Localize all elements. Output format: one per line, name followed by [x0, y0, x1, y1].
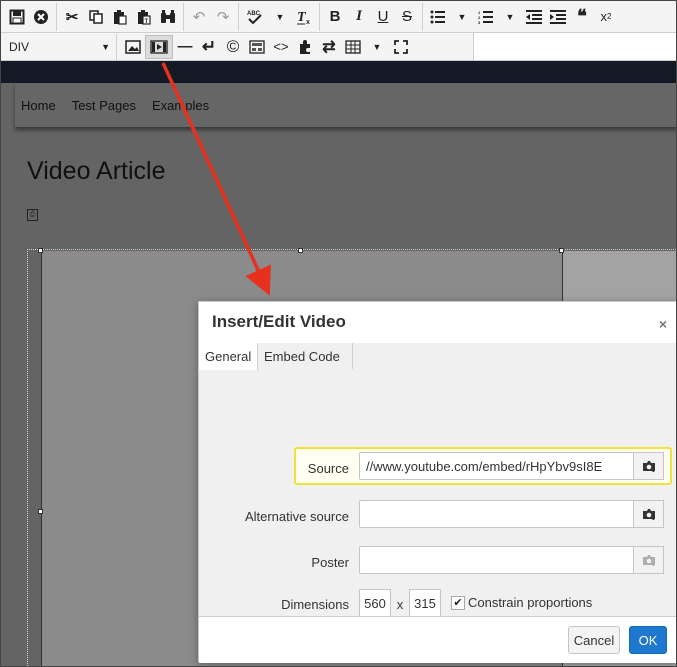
- undo-icon[interactable]: ↶: [187, 5, 211, 29]
- poster-label: Poster: [311, 555, 349, 570]
- cut-icon[interactable]: ✂: [60, 5, 84, 29]
- browse-icon: [642, 555, 655, 566]
- resize-handle[interactable]: [298, 248, 303, 253]
- numbered-list-dropdown-icon[interactable]: ▼: [498, 5, 522, 29]
- pdf-icon[interactable]: ⎙: [27, 209, 38, 221]
- bullet-list-icon[interactable]: [426, 5, 450, 29]
- resize-handle[interactable]: [559, 248, 564, 253]
- toolbar-separator: [183, 2, 184, 31]
- tabs-background: [353, 343, 676, 369]
- dimensions-separator: x: [396, 597, 404, 612]
- image-icon[interactable]: [121, 35, 145, 59]
- svg-text:x: x: [306, 19, 310, 25]
- source-label: Source: [307, 461, 349, 476]
- indent-icon[interactable]: [546, 5, 570, 29]
- outdent-icon[interactable]: [522, 5, 546, 29]
- find-icon[interactable]: [156, 5, 180, 29]
- chevron-down-icon: ▼: [101, 41, 110, 52]
- paste-text-icon[interactable]: T: [132, 5, 156, 29]
- tab-embed-code[interactable]: Embed Code: [258, 343, 353, 369]
- toolbar-filler: [474, 33, 676, 61]
- poster-browse-button[interactable]: [634, 546, 664, 574]
- bold-icon[interactable]: B: [323, 5, 347, 29]
- tab-general[interactable]: General: [199, 343, 258, 370]
- alternative-source-field[interactable]: [359, 500, 634, 528]
- alternative-source-browse-button[interactable]: [634, 500, 664, 528]
- toolbar-secondary: DIV ▼ — ↵ © <> ⇄ ▼: [1, 33, 474, 61]
- editor-window: ✂ T ↶ ↷ ABC ▼ Tx B I U S ▼ 1 2 3 ▼ ❝ x 2…: [0, 0, 677, 667]
- blockquote-icon[interactable]: ❝: [570, 5, 594, 29]
- dialog-title: Insert/Edit Video: [212, 312, 346, 331]
- format-select-value: DIV: [9, 39, 30, 54]
- format-select[interactable]: DIV ▼: [5, 33, 117, 60]
- nav-item-test-pages[interactable]: Test Pages: [72, 98, 136, 113]
- toolbar-separator: [56, 2, 57, 31]
- resize-handle[interactable]: [38, 509, 43, 514]
- poster-field[interactable]: [359, 546, 634, 574]
- width-field[interactable]: 560: [359, 589, 391, 617]
- nav-item-home[interactable]: Home: [21, 98, 56, 113]
- dialog-body: Source //www.youtube.com/embed/rHpYbv9sI…: [199, 369, 676, 617]
- save-icon[interactable]: [5, 5, 29, 29]
- table-icon[interactable]: [341, 35, 365, 59]
- insert-edit-video-dialog: Insert/Edit Video × General Embed Code S…: [198, 301, 676, 663]
- source-browse-button[interactable]: [634, 452, 664, 480]
- toolbar-separator: [422, 2, 423, 31]
- toolbar-primary: ✂ T ↶ ↷ ABC ▼ Tx B I U S ▼ 1 2 3 ▼ ❝ x 2: [1, 1, 676, 33]
- dialog-footer: Cancel OK: [199, 616, 676, 663]
- strikethrough-icon[interactable]: S: [395, 5, 419, 29]
- browse-icon: [642, 461, 655, 472]
- redo-icon[interactable]: ↷: [211, 5, 235, 29]
- bullet-list-dropdown-icon[interactable]: ▼: [450, 5, 474, 29]
- constrain-checkbox[interactable]: ✔: [451, 596, 465, 610]
- remove-format-icon[interactable]: Tx: [292, 5, 316, 29]
- cancel-button[interactable]: Cancel: [568, 626, 620, 654]
- spellcheck-icon[interactable]: ABC: [242, 5, 268, 29]
- horizontal-rule-icon[interactable]: —: [173, 35, 197, 59]
- toolbar-separator: [238, 2, 239, 31]
- table-dropdown-icon[interactable]: ▼: [365, 35, 389, 59]
- site-nav: Home Test Pages Examples: [15, 83, 676, 127]
- spellcheck-dropdown-icon[interactable]: ▼: [268, 5, 292, 29]
- superscript-icon[interactable]: x2: [594, 5, 618, 29]
- italic-icon[interactable]: I: [347, 5, 371, 29]
- line-break-icon[interactable]: ↵: [197, 35, 221, 59]
- resize-handle[interactable]: [38, 248, 43, 253]
- nav-item-examples[interactable]: Examples: [152, 98, 209, 113]
- dialog-tabs: General Embed Code: [199, 343, 676, 370]
- plugin-icon[interactable]: [293, 35, 317, 59]
- alternative-source-label: Alternative source: [244, 509, 349, 524]
- close-icon[interactable]: ×: [659, 316, 667, 332]
- browse-icon: [642, 509, 655, 520]
- copyright-icon[interactable]: ©: [221, 35, 245, 59]
- svg-text:3: 3: [478, 20, 481, 24]
- template-icon[interactable]: [245, 35, 269, 59]
- fullscreen-icon[interactable]: [389, 35, 413, 59]
- swap-icon[interactable]: ⇄: [317, 35, 341, 59]
- numbered-list-icon[interactable]: 123: [474, 5, 498, 29]
- source-field[interactable]: //www.youtube.com/embed/rHpYbv9sI8E: [359, 452, 634, 480]
- copy-icon[interactable]: [84, 5, 108, 29]
- code-icon[interactable]: <>: [269, 35, 293, 59]
- ok-button[interactable]: OK: [629, 626, 667, 654]
- toolbar-separator: [319, 2, 320, 31]
- height-field[interactable]: 315: [409, 589, 441, 617]
- site-top-bar: [1, 61, 676, 83]
- cancel-icon[interactable]: [29, 5, 53, 29]
- constrain-label: Constrain proportions: [468, 595, 593, 610]
- media-icon[interactable]: [145, 34, 173, 59]
- underline-icon[interactable]: U: [371, 5, 395, 29]
- svg-text:T: T: [145, 19, 149, 25]
- dimensions-label: Dimensions: [281, 597, 349, 612]
- paste-icon[interactable]: [108, 5, 132, 29]
- page-title: Video Article: [27, 157, 166, 185]
